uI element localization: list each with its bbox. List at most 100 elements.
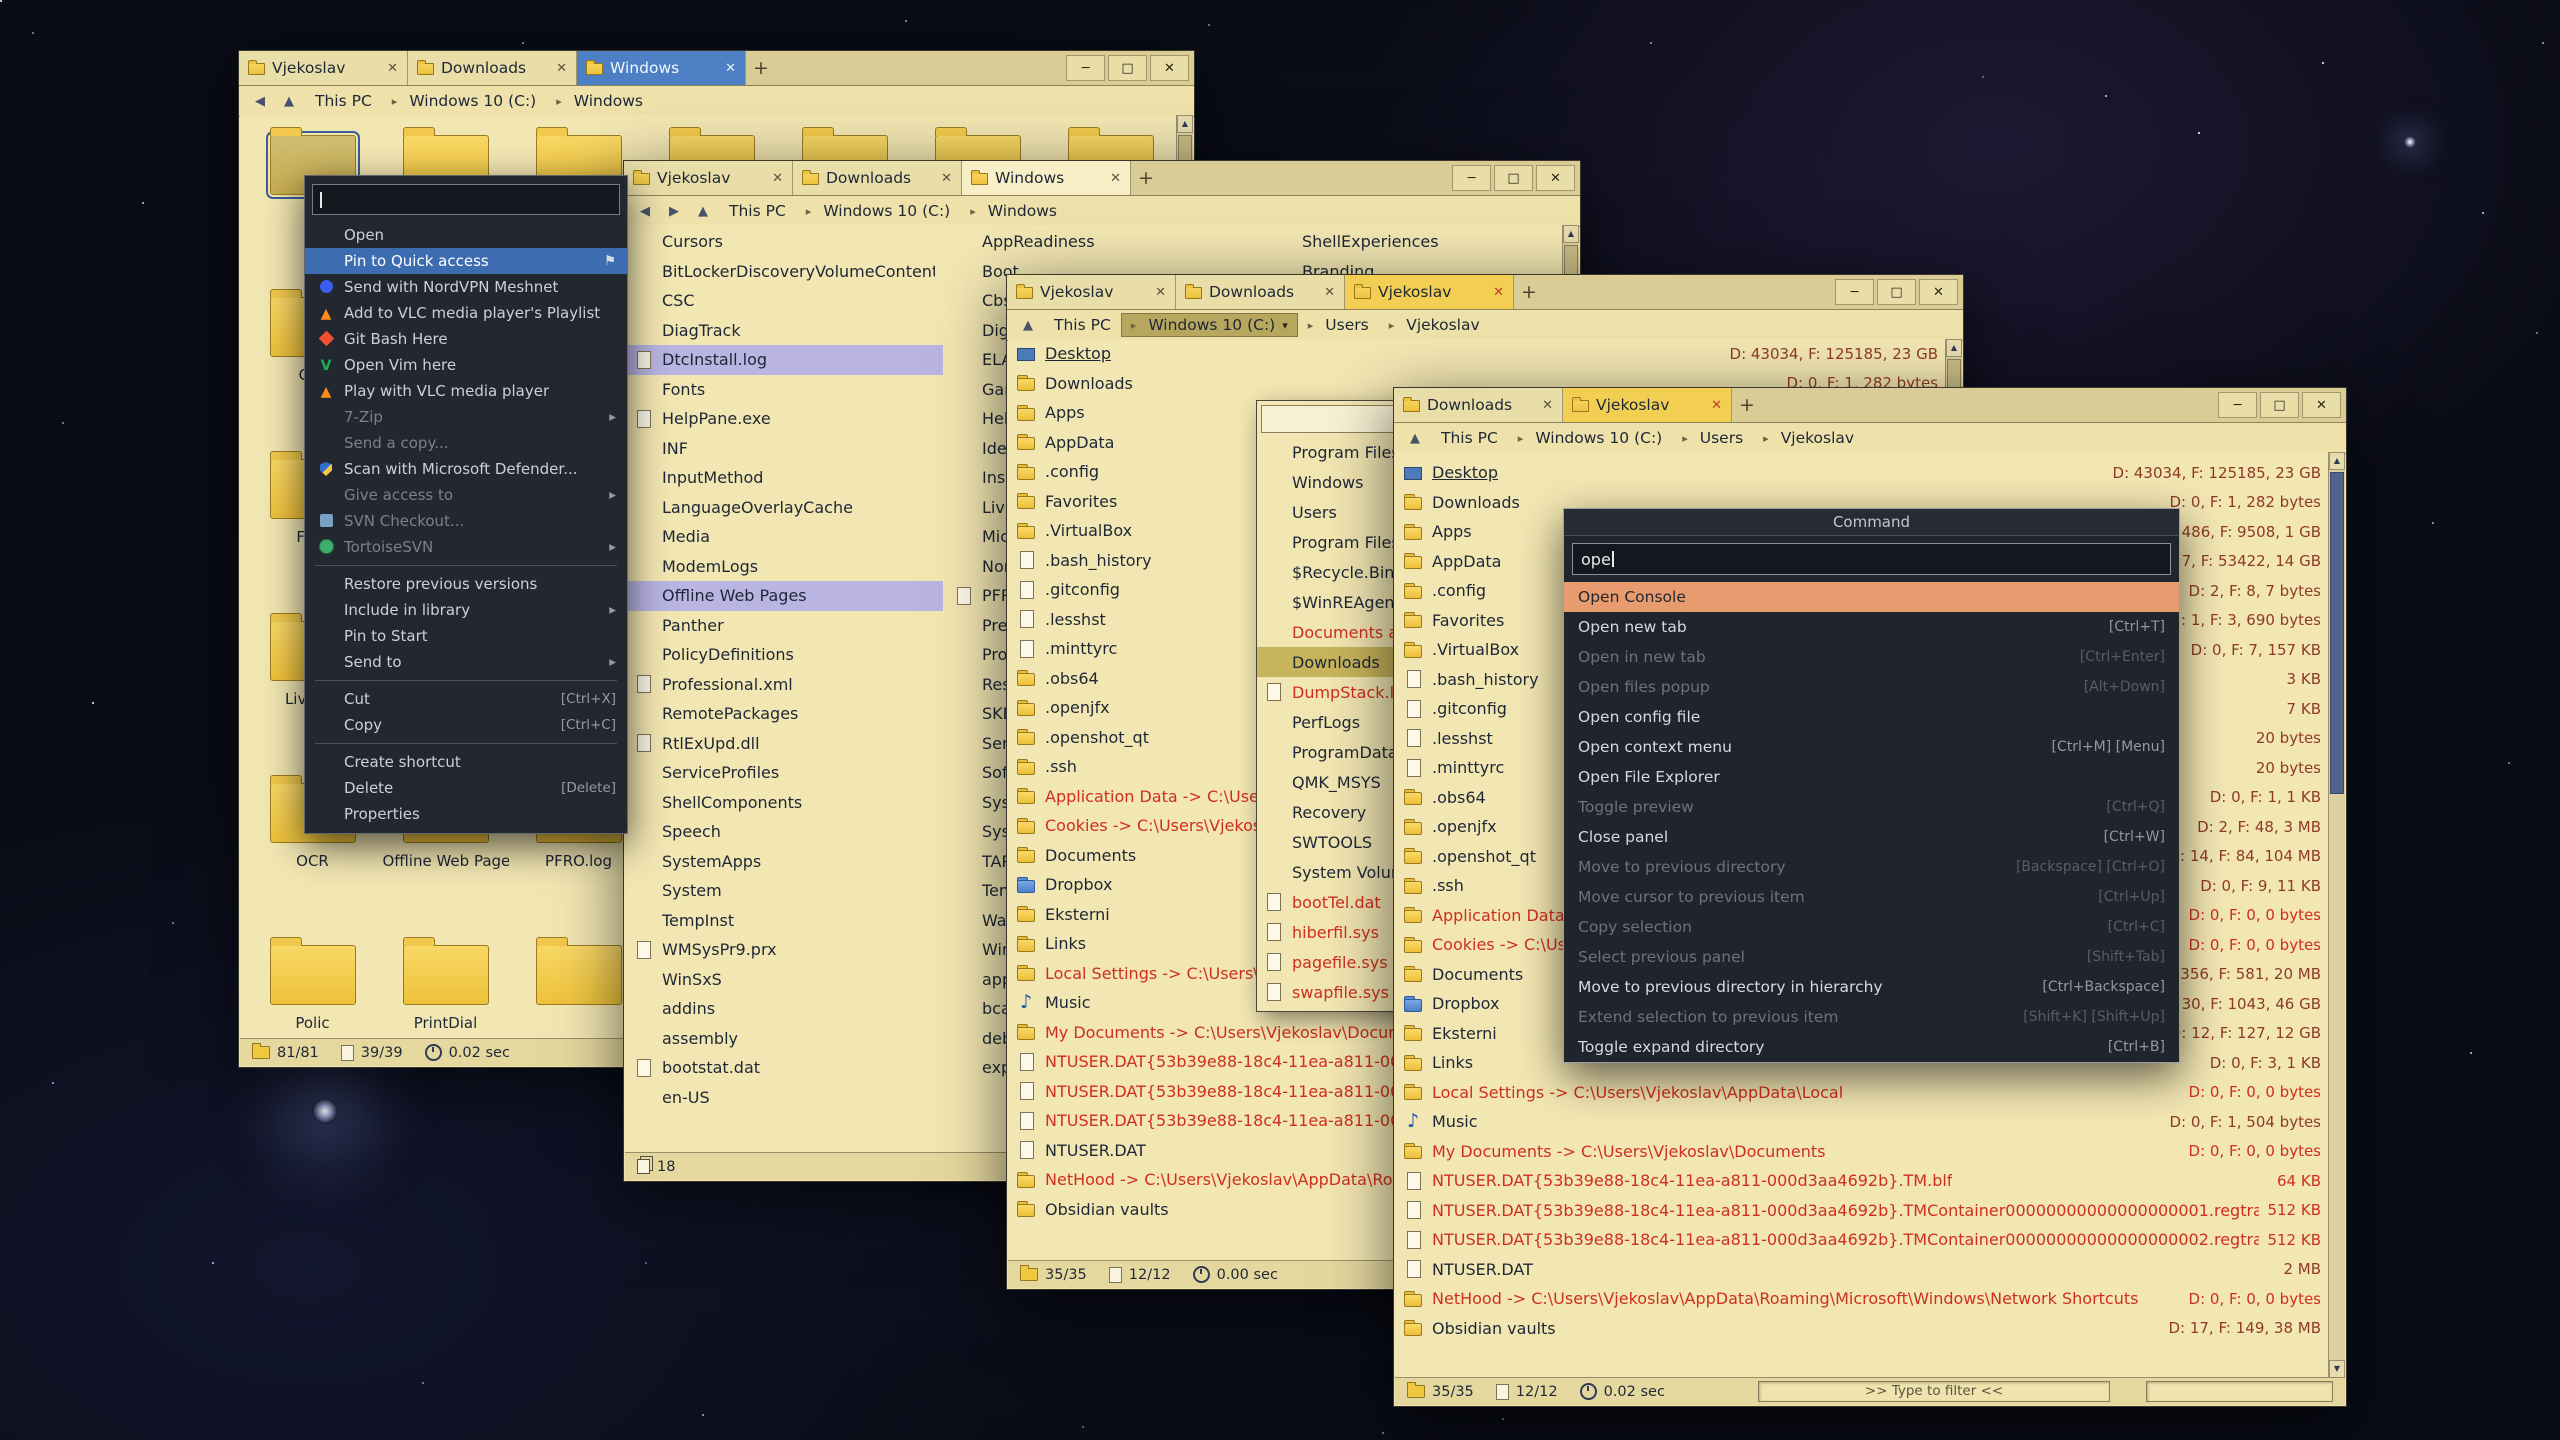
- context-menu-item[interactable]: Add to VLC media player's Playlist: [305, 300, 627, 326]
- breadcrumb-item[interactable]: Users: [1298, 313, 1379, 337]
- file-row[interactable]: SystemApps: [625, 847, 943, 877]
- breadcrumb-item[interactable]: Vjekoslav: [1753, 426, 1864, 450]
- minimize-button[interactable]: ─: [2218, 392, 2257, 418]
- new-tab-button[interactable]: +: [746, 51, 776, 85]
- file-row[interactable]: Panther: [625, 611, 943, 641]
- up-button[interactable]: ▲: [276, 90, 302, 112]
- breadcrumb-item[interactable]: Windows: [546, 89, 653, 113]
- tab-close-icon[interactable]: ✕: [941, 171, 952, 186]
- up-button[interactable]: ▲: [1402, 427, 1428, 449]
- file-row[interactable]: NTUSER.DAT{53b39e88-18c4-11ea-a811-000d3…: [1395, 1196, 2329, 1226]
- breadcrumb-item[interactable]: Vjekoslav: [1379, 313, 1490, 337]
- tab[interactable]: Downloads ✕: [793, 161, 962, 195]
- file-row[interactable]: ShellExperiences: [1265, 227, 1579, 257]
- file-row[interactable]: InputMethod: [625, 463, 943, 493]
- tab-close-icon[interactable]: ✕: [1110, 171, 1121, 186]
- context-menu-item[interactable]: Git Bash Here: [305, 326, 627, 352]
- breadcrumb-item[interactable]: Windows 10 (C:): [1121, 313, 1298, 337]
- tab[interactable]: Vjekoslav ✕: [1563, 388, 1732, 422]
- context-menu-item[interactable]: Pin to Quick access ⚑: [305, 248, 627, 274]
- tab[interactable]: Downloads ✕: [408, 51, 577, 85]
- context-menu-item[interactable]: Restore previous versions: [305, 571, 627, 597]
- minimize-button[interactable]: ─: [1835, 279, 1874, 305]
- command-item[interactable]: Move cursor to previous item [Ctrl+Up]: [1564, 882, 2179, 912]
- file-row[interactable]: NTUSER.DAT 2 MB: [1395, 1255, 2329, 1285]
- forward-button[interactable]: ▶: [661, 200, 687, 222]
- context-menu-item[interactable]: Copy [Ctrl+C]: [305, 712, 627, 738]
- context-menu-item[interactable]: Delete [Delete]: [305, 775, 627, 801]
- file-row[interactable]: assembly: [625, 1024, 943, 1054]
- file-row[interactable]: NTUSER.DAT{53b39e88-18c4-11ea-a811-000d3…: [1395, 1225, 2329, 1255]
- context-menu-item[interactable]: Scan with Microsoft Defender...: [305, 456, 627, 482]
- tab-close-icon[interactable]: ✕: [556, 61, 567, 76]
- breadcrumb-item[interactable]: This PC: [719, 199, 796, 223]
- command-item[interactable]: Toggle preview [Ctrl+Q]: [1564, 792, 2179, 822]
- context-menu-item[interactable]: TortoiseSVN ▸: [305, 534, 627, 560]
- breadcrumb-item[interactable]: Users: [1672, 426, 1753, 450]
- context-menu-item[interactable]: Send to ▸: [305, 649, 627, 675]
- file-row[interactable]: Music D: 0, F: 1, 504 bytes: [1395, 1107, 2329, 1137]
- command-item[interactable]: Close panel [Ctrl+W]: [1564, 822, 2179, 852]
- tab[interactable]: Vjekoslav ✕: [1007, 275, 1176, 309]
- tab-close-icon[interactable]: ✕: [1711, 398, 1722, 413]
- scroll-up-icon[interactable]: ▲: [1946, 339, 1962, 357]
- maximize-button[interactable]: □: [2260, 392, 2299, 418]
- tab-close-icon[interactable]: ✕: [1155, 285, 1166, 300]
- file-row[interactable]: RtlExUpd.dll: [625, 729, 943, 759]
- file-row[interactable]: RemotePackages: [625, 699, 943, 729]
- file-row[interactable]: AppReadiness: [945, 227, 1263, 257]
- command-item[interactable]: Open files popup [Alt+Down]: [1564, 672, 2179, 702]
- file-row[interactable]: en-US: [625, 1083, 943, 1113]
- context-menu-item[interactable]: [315, 743, 617, 744]
- filter-input[interactable]: >> Type to filter <<: [1758, 1381, 2110, 1402]
- new-tab-button[interactable]: +: [1131, 161, 1161, 195]
- close-button[interactable]: ✕: [1919, 279, 1958, 305]
- command-item[interactable]: Open new tab [Ctrl+T]: [1564, 612, 2179, 642]
- file-row[interactable]: TempInst: [625, 906, 943, 936]
- file-row[interactable]: ServiceProfiles: [625, 758, 943, 788]
- file-row[interactable]: ShellComponents: [625, 788, 943, 818]
- file-row[interactable]: addins: [625, 994, 943, 1024]
- tab-close-icon[interactable]: ✕: [387, 61, 398, 76]
- maximize-button[interactable]: □: [1877, 279, 1916, 305]
- new-tab-button[interactable]: +: [1514, 275, 1544, 309]
- context-menu-item[interactable]: 7-Zip ▸: [305, 404, 627, 430]
- maximize-button[interactable]: □: [1494, 165, 1533, 191]
- file-row[interactable]: Cursors: [625, 227, 943, 257]
- file-row[interactable]: LanguageOverlayCache: [625, 493, 943, 523]
- grid-folder-item[interactable]: Polic: [246, 933, 379, 1039]
- file-row[interactable]: HelpPane.exe: [625, 404, 943, 434]
- file-row[interactable]: Local Settings -> C:\Users\Vjekoslav\App…: [1395, 1078, 2329, 1108]
- back-button[interactable]: ◀: [247, 90, 273, 112]
- tab-close-icon[interactable]: ✕: [725, 61, 736, 76]
- file-row[interactable]: WinSxS: [625, 965, 943, 995]
- file-row[interactable]: BitLockerDiscoveryVolumeContents: [625, 257, 943, 287]
- tab[interactable]: Vjekoslav ✕: [624, 161, 793, 195]
- context-menu-item[interactable]: Play with VLC media player: [305, 378, 627, 404]
- context-menu-item[interactable]: Open Vim here: [305, 352, 627, 378]
- file-row[interactable]: Fonts: [625, 375, 943, 405]
- file-row[interactable]: PolicyDefinitions: [625, 640, 943, 670]
- file-row[interactable]: DtcInstall.log: [625, 345, 943, 375]
- file-row[interactable]: Professional.xml: [625, 670, 943, 700]
- back-button[interactable]: ◀: [632, 200, 658, 222]
- tab[interactable]: Vjekoslav ✕: [239, 51, 408, 85]
- file-row[interactable]: CSC: [625, 286, 943, 316]
- tab-close-icon[interactable]: ✕: [1324, 285, 1335, 300]
- breadcrumb-item[interactable]: Windows 10 (C:): [382, 89, 546, 113]
- scroll-up-icon[interactable]: ▲: [1177, 115, 1193, 133]
- command-input[interactable]: ope: [1572, 543, 2171, 575]
- breadcrumb-item[interactable]: Windows 10 (C:): [1508, 426, 1672, 450]
- context-menu-item[interactable]: [315, 680, 617, 681]
- file-row[interactable]: Offline Web Pages: [625, 581, 943, 611]
- context-menu-item[interactable]: Create shortcut: [305, 749, 627, 775]
- command-item[interactable]: Open Console: [1564, 582, 2179, 612]
- command-item[interactable]: Select previous panel [Shift+Tab]: [1564, 942, 2179, 972]
- command-item[interactable]: Copy selection [Ctrl+C]: [1564, 912, 2179, 942]
- breadcrumb-item[interactable]: This PC: [1431, 426, 1508, 450]
- context-menu-item[interactable]: Include in library ▸: [305, 597, 627, 623]
- tab-close-icon[interactable]: ✕: [772, 171, 783, 186]
- file-row[interactable]: My Documents -> C:\Users\Vjekoslav\Docum…: [1395, 1137, 2329, 1167]
- file-row[interactable]: NTUSER.DAT{53b39e88-18c4-11ea-a811-000d3…: [1395, 1166, 2329, 1196]
- command-item[interactable]: Extend selection to previous item [Shift…: [1564, 1002, 2179, 1032]
